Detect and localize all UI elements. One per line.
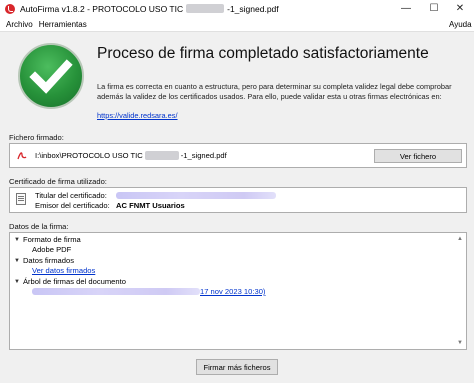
tree-signature-tree-label: Árbol de firmas del documento	[22, 277, 126, 286]
expand-triangle-icon[interactable]: ▼	[14, 258, 20, 264]
window-title: AutoFirma v1.8.2 - PROTOCOLO USO TIC -1_…	[20, 4, 279, 14]
tree-signed-data-label: Datos firmados	[22, 256, 75, 265]
menu-herramientas[interactable]: Herramientas	[36, 20, 90, 29]
menu-archivo[interactable]: Archivo	[0, 20, 36, 29]
close-button[interactable]: ✕	[446, 0, 474, 17]
signature-data-label: Datos de la firma:	[9, 222, 69, 231]
expand-triangle-icon[interactable]: ▼	[14, 279, 20, 285]
view-signed-data-link[interactable]: Ver datos firmados	[32, 266, 95, 275]
redacted-text	[144, 151, 179, 160]
scroll-up-icon[interactable]: ▲	[456, 235, 464, 243]
certificate-issuer-label: Emisor del certificado:	[35, 201, 110, 210]
certificate-panel: Titular del certificado: Emisor del cert…	[9, 187, 467, 213]
expand-triangle-icon[interactable]: ▼	[14, 237, 20, 243]
signed-file-label: Fichero firmado:	[9, 133, 64, 142]
valide-link[interactable]: https://valide.redsara.es/	[97, 111, 178, 120]
signer-date-link[interactable]: 17 nov 2023 10:30)	[200, 287, 265, 296]
certificate-label: Certificado de firma utilizado:	[9, 177, 107, 186]
tree-item-signer[interactable]: 17 nov 2023 10:30)	[32, 287, 265, 296]
signature-tree-panel[interactable]: ▲ ▼ Formato de firma Adobe PDF ▼ Datos f…	[9, 232, 467, 350]
pdf-file-icon	[16, 149, 28, 161]
redacted-text	[186, 4, 225, 13]
menu-separator	[0, 31, 474, 32]
signer-name-value	[32, 288, 200, 295]
signed-file-panel: I:\inbox\PROTOCOLO USO TIC -1_signed.pdf…	[9, 143, 467, 168]
autofirma-logo-icon	[5, 3, 15, 14]
title-bar: AutoFirma v1.8.2 - PROTOCOLO USO TIC -1_…	[0, 0, 474, 17]
window-title-suffix: -1_signed.pdf	[227, 3, 279, 14]
minimize-button[interactable]: —	[392, 0, 420, 17]
maximize-button[interactable]: ☐	[420, 0, 448, 17]
success-check-icon	[18, 43, 84, 109]
certificate-icon	[16, 193, 26, 205]
tree-item-signed-data[interactable]: ▼ Datos firmados	[14, 256, 74, 265]
menu-ayuda[interactable]: Ayuda	[446, 20, 474, 29]
certificate-holder-value	[116, 192, 276, 199]
view-file-button[interactable]: Ver fichero	[374, 149, 462, 163]
tree-format-label: Formato de firma	[22, 235, 81, 244]
sign-more-files-button[interactable]: Firmar más ficheros	[196, 359, 278, 375]
page-title: Proceso de firma completado satisfactori…	[97, 45, 429, 62]
tree-item-format[interactable]: ▼ Formato de firma	[14, 235, 81, 244]
tree-item-view-signed-data[interactable]: Ver datos firmados	[32, 266, 95, 275]
signed-file-path-prefix: I:\inbox\PROTOCOLO USO TIC	[35, 151, 143, 160]
tree-item-format-value[interactable]: Adobe PDF	[32, 245, 71, 254]
window-title-prefix: AutoFirma v1.8.2 - PROTOCOLO USO TIC	[20, 3, 184, 14]
signed-file-path-suffix: -1_signed.pdf	[180, 151, 227, 160]
signed-file-path: I:\inbox\PROTOCOLO USO TIC -1_signed.pdf	[35, 151, 227, 160]
scroll-down-icon[interactable]: ▼	[456, 339, 464, 347]
certificate-issuer-value: AC FNMT Usuarios	[116, 201, 185, 210]
result-description: La firma es correcta en cuanto a estruct…	[97, 82, 452, 101]
tree-item-signature-tree[interactable]: ▼ Árbol de firmas del documento	[14, 277, 126, 286]
menu-bar: Archivo Herramientas Ayuda	[0, 17, 474, 31]
certificate-holder-label: Titular del certificado:	[35, 191, 107, 200]
